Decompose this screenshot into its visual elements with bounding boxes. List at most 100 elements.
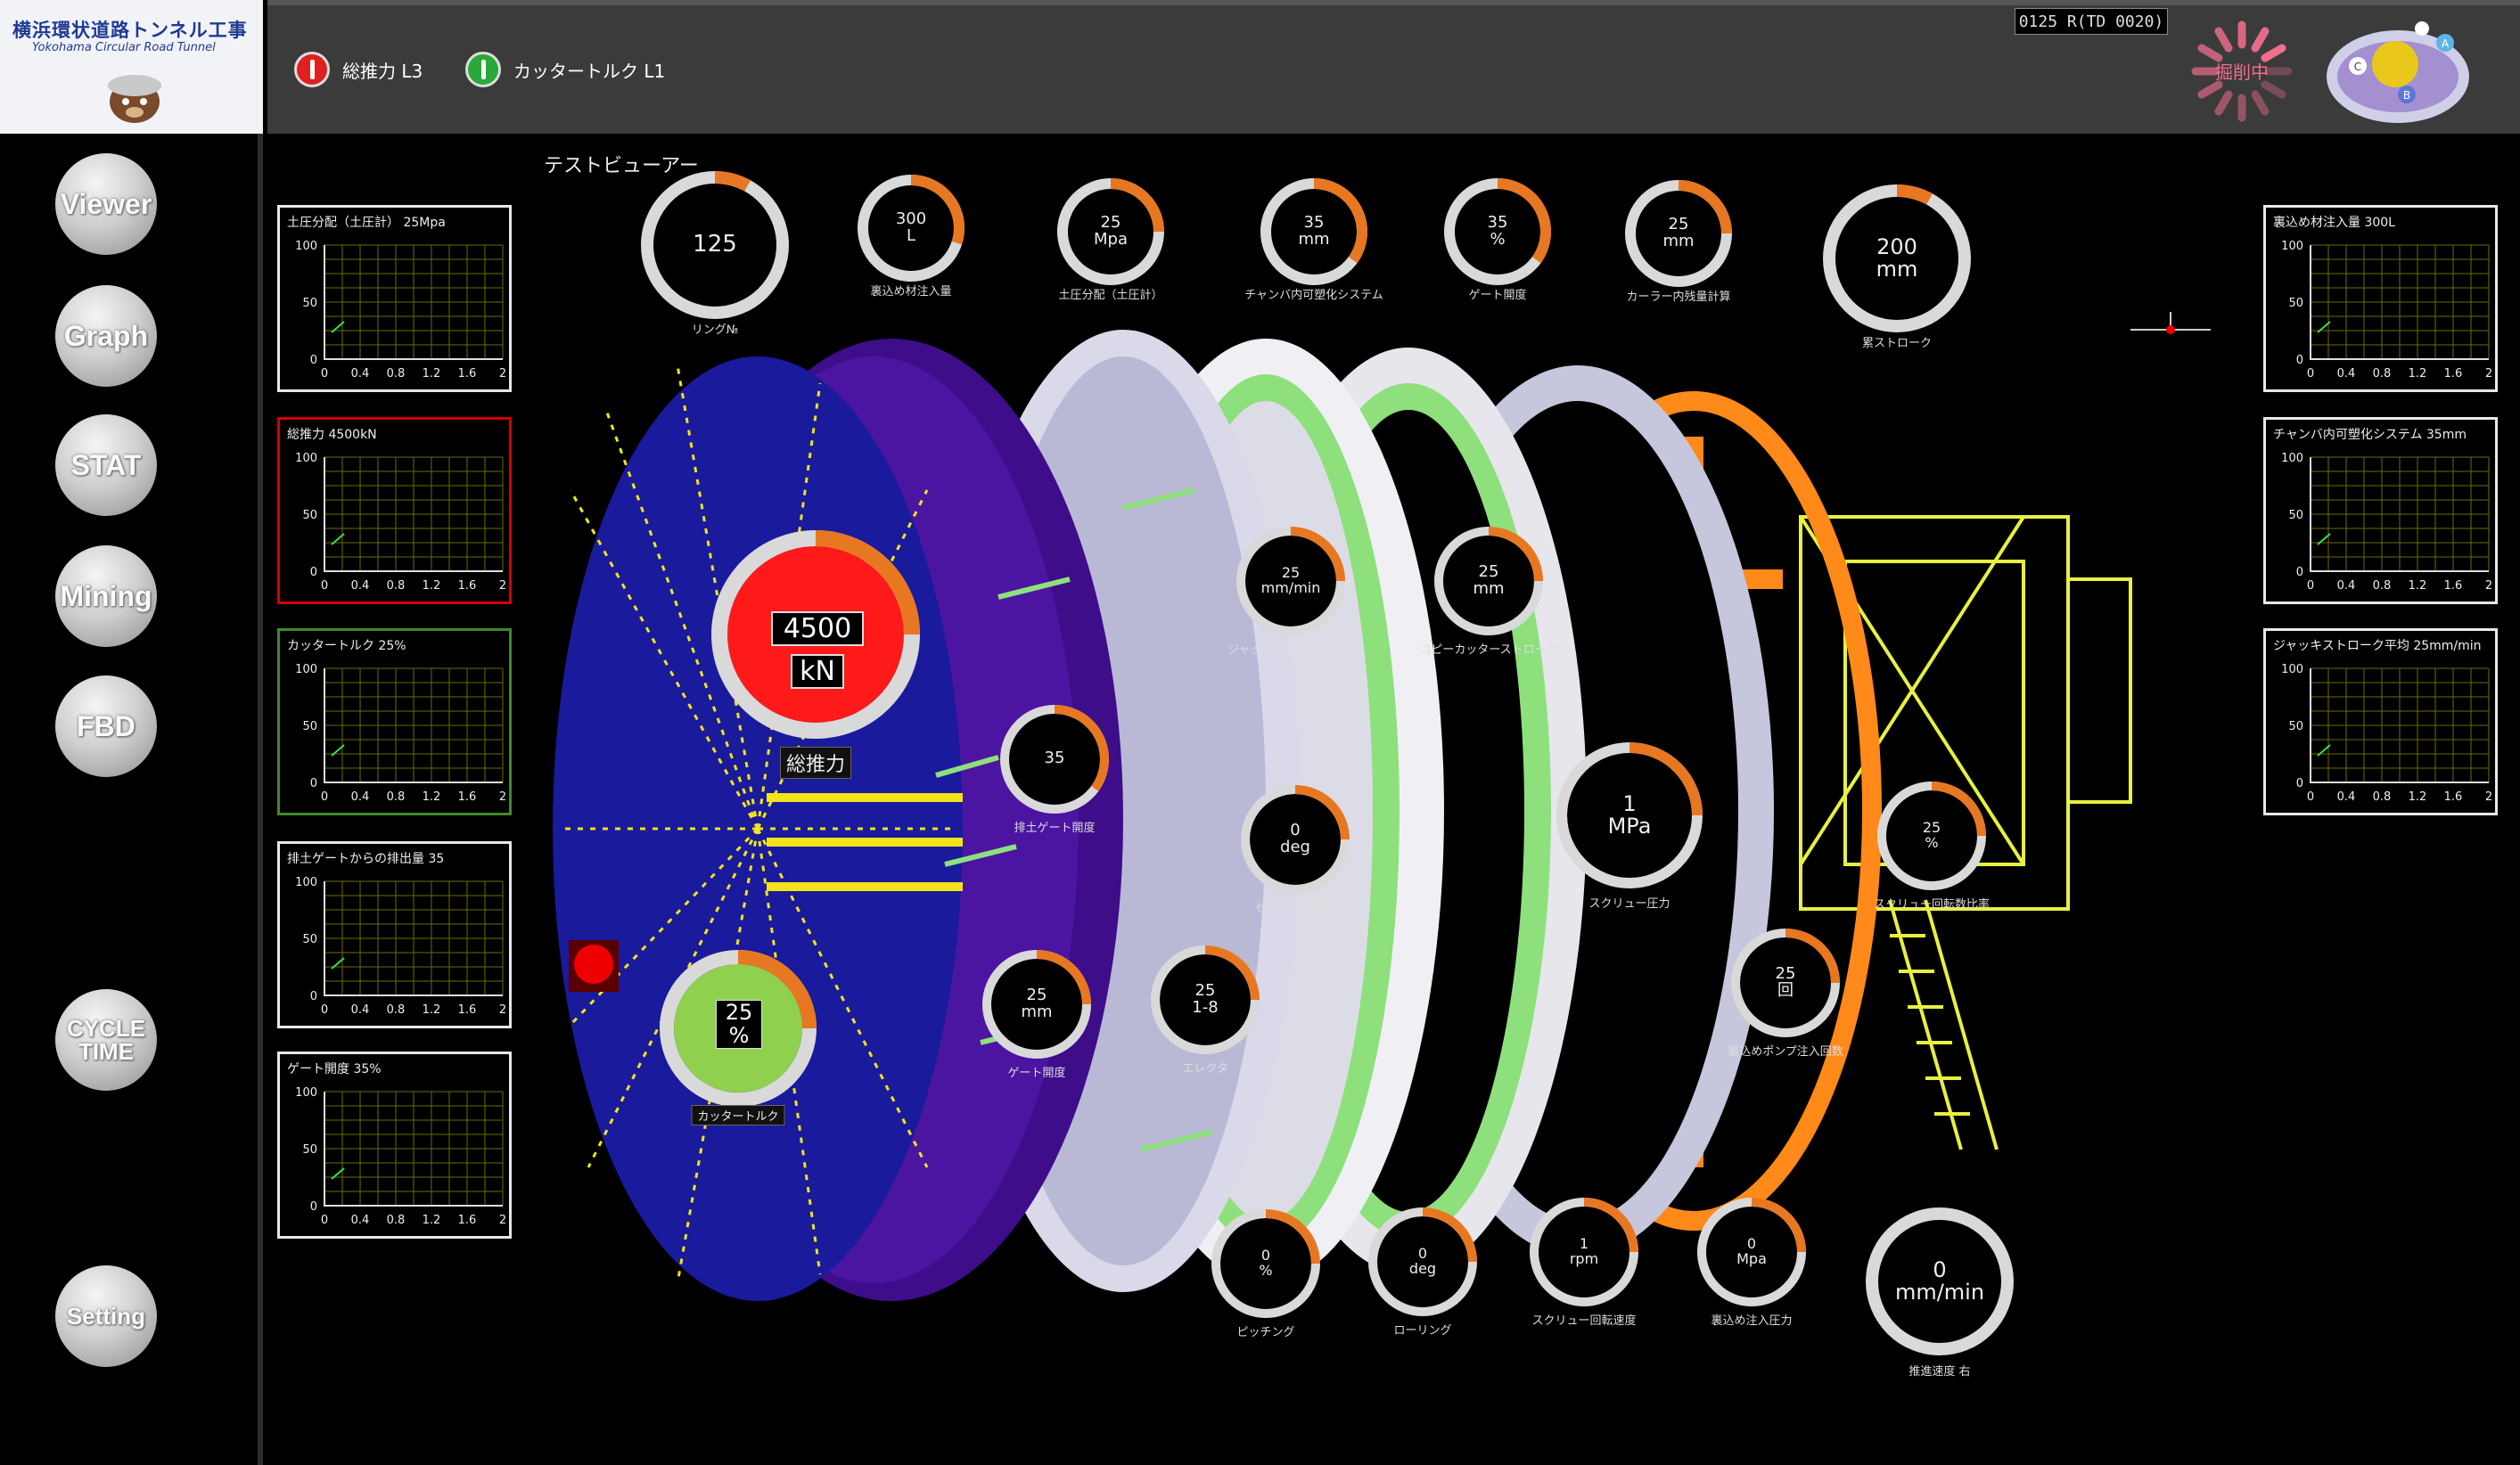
gauge-readout: 25 1-8: [1146, 982, 1264, 1017]
x-tick-label: 1.6: [458, 1003, 477, 1017]
gauge: 25 mm: [1620, 175, 1737, 292]
stat-button[interactable]: STAT: [55, 414, 157, 516]
x-tick-label: 0: [321, 579, 328, 593]
x-tick-label: 0.4: [351, 579, 370, 593]
viewer-button[interactable]: Viewer: [55, 153, 157, 255]
jack-stroke-graph-panel[interactable]: ジャッキストローク平均 25mm/min 100 50 0 0 0.4 0.8 1.2 1.6 2: [2263, 628, 2498, 815]
alarm-thrust-label: 総推力 L3: [342, 60, 423, 82]
y-tick-label: 50: [302, 509, 317, 522]
x-tick-label: 1.2: [2409, 367, 2427, 381]
svg-text:B: B: [2403, 89, 2410, 102]
x-tick-label: 0.4: [2337, 790, 2356, 804]
y-tick-label: 0: [2296, 777, 2303, 790]
spinner-spoke: [2214, 90, 2233, 116]
gauge-label: 裏込め注入圧力: [1711, 1314, 1793, 1328]
y-tick-label: 0: [2296, 354, 2303, 367]
x-tick-label: 0.4: [351, 367, 370, 381]
y-tick-label: 100: [295, 452, 317, 465]
gauge-unit: mm: [1662, 231, 1695, 250]
y-tick-label: 50: [2288, 720, 2303, 733]
gauge-label: リング№: [691, 323, 739, 337]
gauge-readout: 0 Mpa: [1693, 1236, 1810, 1267]
view-cube-icon[interactable]: C B A: [2322, 12, 2474, 128]
gauge-value: 1: [1622, 790, 1637, 816]
gauge-label: コピーカッターストローク: [1419, 643, 1558, 657]
torque-gauge: 25 %: [658, 948, 818, 1109]
gauge-label: ローリング: [1393, 1324, 1452, 1338]
gauge-label: ゲート開度: [1007, 1067, 1066, 1080]
gauge: 1 MPa: [1551, 737, 1708, 894]
status-badge: 掘削中: [2215, 61, 2269, 83]
gauge-label: ゲート開度: [1468, 289, 1527, 302]
gauge-unit: rpm: [1569, 1249, 1599, 1267]
gauge: 0 mm/min: [1859, 1201, 2020, 1362]
spinner-spoke: [2261, 80, 2286, 99]
gauge-label: ピッチング: [1236, 1326, 1295, 1339]
excavating-spinner: 掘削中: [2191, 20, 2293, 122]
alarm-torque[interactable]: カッタートルク L1: [465, 52, 665, 87]
gauge-readout: 300 L: [852, 210, 970, 245]
gauge: 35: [996, 700, 1113, 818]
gauge-label: 裏込め材注入量: [870, 285, 952, 299]
y-tick-label: 0: [2296, 566, 2303, 579]
earth-pressure-graph-panel[interactable]: 土圧分配（土圧計） 25Mpa 100 50 0 0 0.4 0.8 1.2 1.6 2: [277, 205, 512, 392]
gate-opening-graph-panel[interactable]: ゲート開度 35% 100 50 0 0 0.4 0.8 1.2 1.6 2: [277, 1052, 512, 1239]
gauge: 25 mm: [978, 945, 1096, 1063]
y-tick-label: 0: [310, 990, 317, 1003]
gauge-unit: %: [1259, 1261, 1273, 1279]
gauge-label: 裏込めポンプ注入回数: [1728, 1045, 1843, 1059]
spinner-spoke: [2197, 44, 2223, 62]
graph-plot: 100 50 00 0.4 0.8 1.2 1.6 2: [2281, 663, 2492, 804]
svg-text:A: A: [2442, 37, 2450, 50]
alarm-thrust[interactable]: 総推力 L3: [294, 52, 423, 87]
backfill-graph-panel[interactable]: 裏込め材注入量 300L 100 50 0 0 0.4 0.8 1.2 1.6 2: [2263, 205, 2498, 392]
gauge: 0%: [1207, 1205, 1325, 1322]
gauge-value: 200: [1876, 233, 1917, 259]
y-tick-label: 0: [310, 777, 317, 790]
x-tick-label: 2: [2485, 790, 2492, 804]
x-tick-label: 0.8: [387, 579, 406, 593]
gauge-readout: 25 mm: [1620, 216, 1737, 250]
thrust-value: 4500: [771, 611, 864, 646]
gauge: 125: [635, 165, 795, 325]
ring-counter: 0125 R(TD 0020): [2015, 8, 2168, 35]
x-tick-label: 2: [499, 1003, 506, 1017]
cutter-torque-graph-panel[interactable]: カッタートルク 25% 100 50 0 0 0.4 0.8 1.2 1.6 2: [277, 628, 512, 815]
gauge: 25 mm/min: [1232, 522, 1350, 640]
gauge-label: セグメント角度: [1254, 902, 1336, 915]
graph-plot: 100 50 00 0.4 0.8 1.2 1.6 2: [2281, 452, 2492, 593]
gauge: 1 rpm: [1525, 1193, 1643, 1311]
setting-button[interactable]: Setting: [55, 1265, 157, 1367]
discharge-graph-panel[interactable]: 排土ゲートからの排出量 35 100 50 0 0 0.4 0.8 1.2 1.6 2: [277, 841, 512, 1028]
x-tick-label: 0.8: [387, 1214, 406, 1227]
gauge-readout: 35 mm: [1255, 214, 1373, 249]
y-tick-label: 50: [302, 720, 317, 733]
logo-subtitle: Yokohama Circular Road Tunnel: [32, 41, 216, 54]
mascot-image: [108, 75, 161, 123]
gauge-readout: 1 MPa: [1551, 790, 1708, 839]
graph-plot: 100 50 00 0.4 0.8 1.2 1.6 2: [295, 663, 506, 804]
total-thrust-graph-panel[interactable]: 総推力 4500kN 100 50 0 0 0.4 0.8 1.2 1.6 2: [277, 417, 512, 604]
gauge-label: スクリュー回転数比率: [1873, 898, 1991, 912]
mining-button[interactable]: Mining: [55, 545, 157, 647]
chamber-plasticizer-graph-panel[interactable]: チャンバ内可塑化システム 35mm 100 50 0 0 0.4 0.8 1.2 1.6 2: [2263, 417, 2498, 604]
cycle-time-button[interactable]: CYCLE TIME: [55, 989, 157, 1091]
gauge-unit: MPa: [1607, 813, 1652, 839]
x-tick-label: 0.8: [2373, 790, 2392, 804]
gauge-label: 排土ゲート開度: [1014, 822, 1096, 835]
x-tick-label: 0: [2307, 367, 2314, 381]
alarm-green-icon: [465, 52, 501, 87]
header-bar: 総推力 L3 カッタートルク L1 0125 R(TD 0020) 掘削中 C …: [267, 0, 2520, 134]
x-tick-label: 0.8: [2373, 367, 2392, 381]
y-tick-label: 100: [295, 663, 317, 676]
x-tick-label: 1.2: [423, 1214, 441, 1227]
gauge-unit: mm: [1876, 256, 1918, 282]
gauge-readout: 25 回: [1727, 965, 1844, 1000]
gauge-readout: 125: [635, 232, 795, 257]
gauge-readout: 25 Mpa: [1052, 214, 1170, 249]
graph-plot: 100 50 00 0.4 0.8 1.2 1.6 2: [2281, 240, 2492, 381]
gauge-value: 35: [1044, 749, 1065, 768]
gauge-label: カーラー内残量計算: [1626, 291, 1731, 304]
graph-button[interactable]: Graph: [55, 285, 157, 387]
fbd-button[interactable]: FBD: [55, 675, 157, 777]
